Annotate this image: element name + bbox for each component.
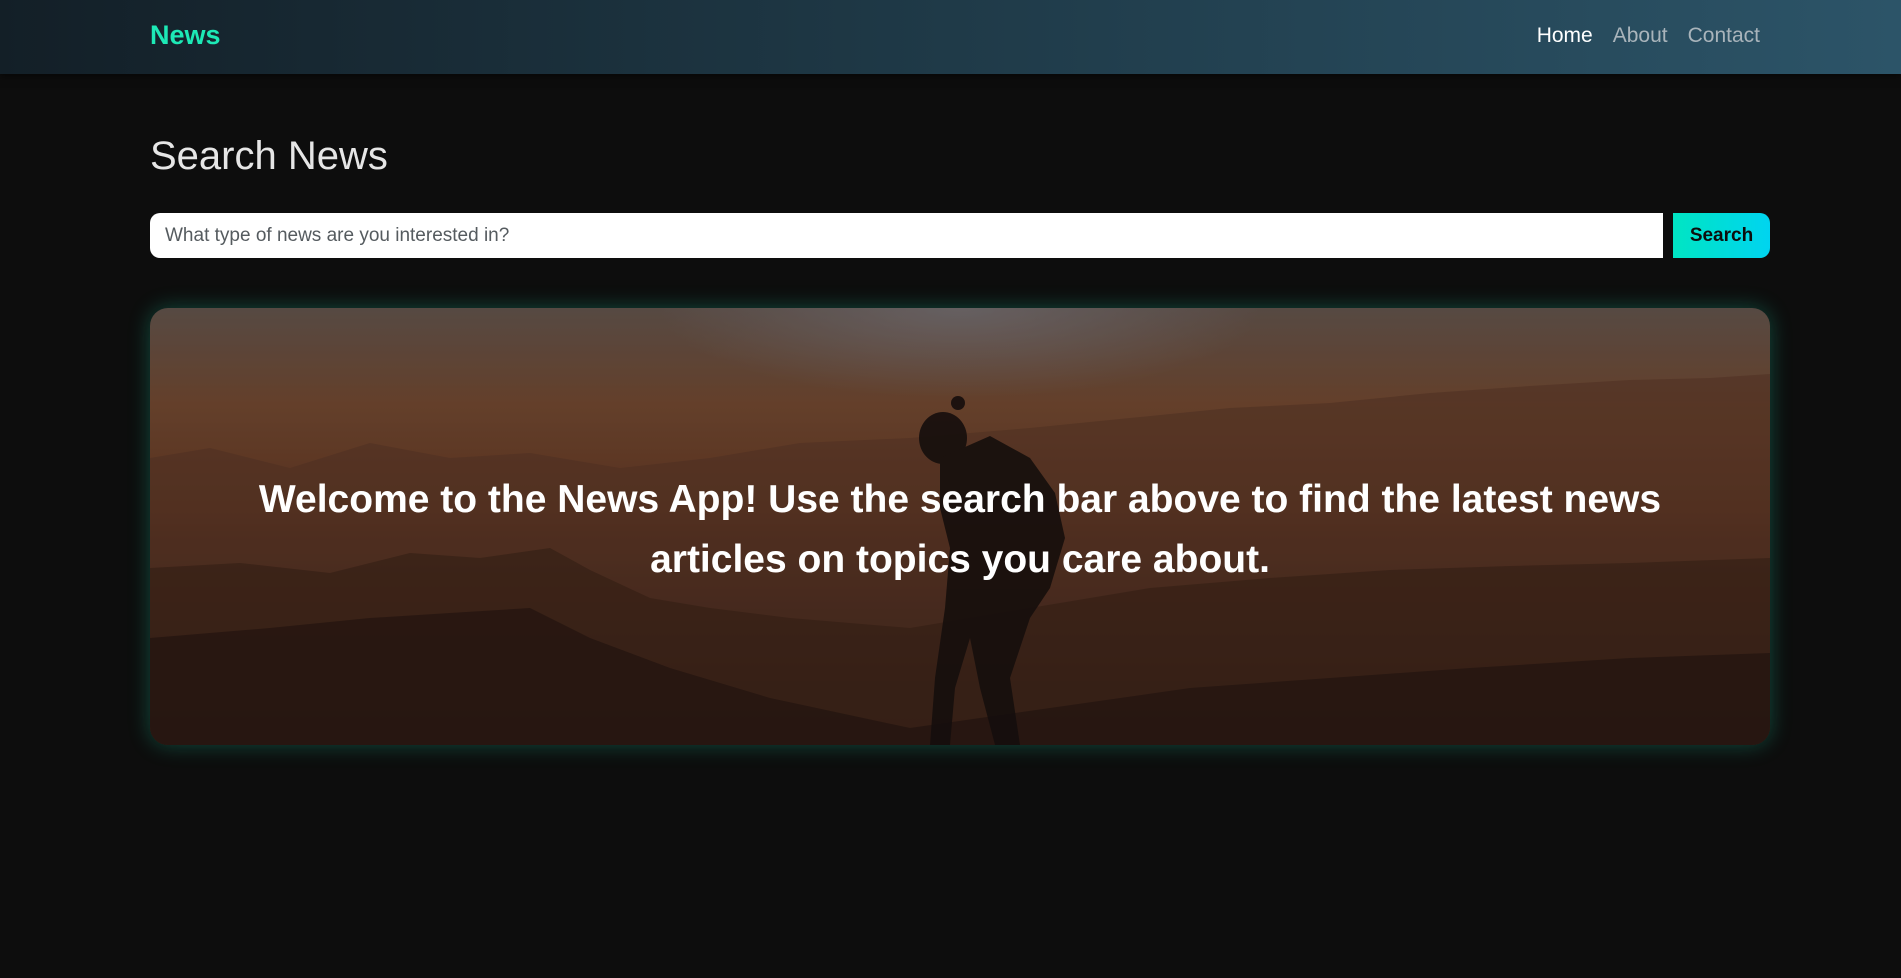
brand-logo-link[interactable]: News <box>150 20 221 51</box>
nav-links: Home About Contact <box>1537 24 1760 48</box>
search-bar: Search <box>150 213 1770 258</box>
search-button[interactable]: Search <box>1673 213 1770 258</box>
nav-link-contact[interactable]: Contact <box>1688 24 1760 48</box>
hero-welcome-message: Welcome to the News App! Use the search … <box>258 478 1662 581</box>
search-input[interactable] <box>150 213 1663 258</box>
page-title: Search News <box>150 134 388 178</box>
welcome-hero-banner: Welcome to the News App! Use the search … <box>150 308 1770 745</box>
nav-link-home[interactable]: Home <box>1537 24 1593 48</box>
top-navbar: News Home About Contact <box>0 0 1901 74</box>
nav-link-about[interactable]: About <box>1613 24 1668 48</box>
